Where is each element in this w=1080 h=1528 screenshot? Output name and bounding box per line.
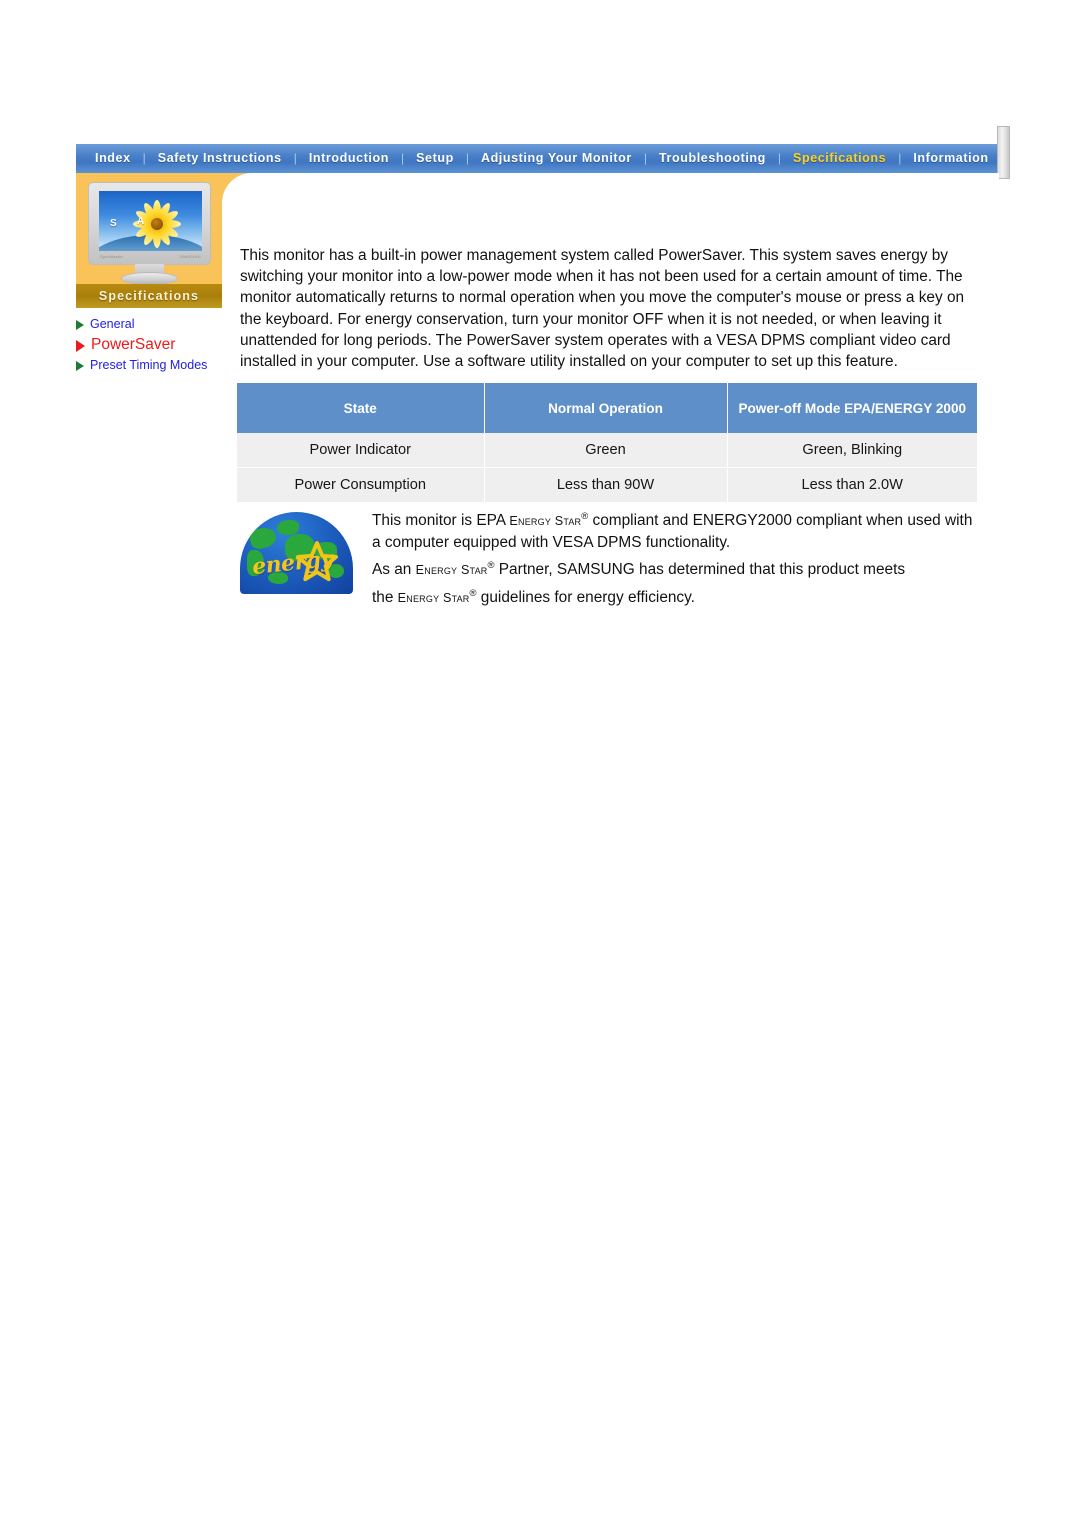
monitor-brand-label: SAMSUNG (179, 254, 201, 259)
sidebar-item-label: Preset Timing Modes (90, 358, 208, 372)
nav-item-safety-instructions[interactable]: Safety Instructions (147, 144, 293, 173)
nav-item-adjusting-your-monitor[interactable]: Adjusting Your Monitor (470, 144, 643, 173)
cell-power-indicator-poweroff: Green, Blinking (727, 433, 977, 468)
energy-star-paragraph-2: As an Energy Star® Partner, SAMSUNG has … (372, 559, 985, 581)
column-header-power-off-mode: Power-off Mode EPA/ENERGY 2000 (727, 383, 977, 433)
cell-power-indicator-state: Power Indicator (237, 433, 485, 468)
energy-star-text: This monitor is EPA Energy Star® complia… (372, 508, 985, 609)
screen-letter-s: S (110, 218, 117, 229)
column-header-state: State (237, 383, 485, 433)
cell-power-indicator-normal: Green (484, 433, 728, 468)
sidebar-item-preset-timing-modes[interactable]: Preset Timing Modes (76, 358, 236, 372)
triangle-right-icon (76, 320, 84, 330)
es-p2-part-b: Partner, SAMSUNG has determined that thi… (494, 561, 906, 578)
content-rounded-corner (222, 173, 999, 205)
es-p3-part-b: guidelines for energy efficiency. (476, 589, 695, 606)
monitor-bezel: S A SyncMaster SAMSUNG (88, 182, 211, 265)
sunflower-center (151, 218, 163, 230)
sidebar-item-label: PowerSaver (91, 336, 176, 353)
monitor-model-label: SyncMaster (100, 254, 124, 259)
nav-item-specifications[interactable]: Specifications (782, 144, 897, 173)
es-p2-part-a: As an (372, 561, 416, 578)
triangle-right-icon (76, 361, 84, 371)
monitor-illustration: S A SyncMaster SAMSUNG (88, 182, 211, 285)
cell-power-consumption-poweroff: Less than 2.0W (727, 467, 977, 502)
star-icon (296, 541, 338, 582)
nav-item-index[interactable]: Index (84, 144, 142, 173)
nav-item-troubleshooting[interactable]: Troubleshooting (648, 144, 777, 173)
nav-item-introduction[interactable]: Introduction (298, 144, 400, 173)
sidebar-item-powersaver[interactable]: PowerSaver (76, 336, 236, 353)
monitor-front-labels: SyncMaster SAMSUNG (99, 253, 202, 261)
registered-mark: ® (469, 587, 477, 599)
es-p1-energy-star: Energy Star (509, 514, 582, 528)
top-navigation-bar: Index | Safety Instructions | Introducti… (76, 144, 999, 173)
cell-power-consumption-state: Power Consumption (237, 467, 485, 502)
sidebar-item-label: General (90, 317, 135, 331)
scrollbar-thumb[interactable] (997, 126, 1010, 179)
energy-star-paragraph-1: This monitor is EPA Energy Star® complia… (372, 510, 985, 553)
energy-star-logo-icon: energy (240, 512, 353, 594)
nav-item-information[interactable]: Information (902, 144, 999, 173)
sidebar-banner-label: Specifications (98, 289, 200, 303)
screen-letter-a: A (137, 216, 145, 227)
triangle-right-icon (76, 340, 85, 352)
main-content: This monitor has a built-in power manage… (240, 245, 980, 372)
sidebar-section-banner: Specifications (76, 284, 222, 308)
page-root: Index | Safety Instructions | Introducti… (0, 0, 1080, 1528)
energy-star-block: energy This monitor is EPA Energy Star® … (240, 508, 985, 609)
monitor-screen: S A (99, 191, 202, 251)
sidebar-link-list: General PowerSaver Preset Timing Modes (76, 317, 236, 377)
es-p2-energy-star: Energy Star (415, 563, 488, 577)
es-p1-part-a: This monitor is EPA (372, 512, 510, 529)
powersaver-table: State Normal Operation Power-off Mode EP… (237, 383, 977, 502)
table-row: Power Consumption Less than 90W Less tha… (237, 467, 977, 502)
globe-shape: energy (240, 512, 353, 594)
intro-paragraph: This monitor has a built-in power manage… (240, 247, 965, 371)
nav-item-setup[interactable]: Setup (405, 144, 465, 173)
sidebar-item-general[interactable]: General (76, 317, 236, 331)
sidebar-orange-strip (222, 173, 999, 205)
es-p3-energy-star: Energy Star (397, 591, 470, 605)
table-header-row: State Normal Operation Power-off Mode EP… (237, 383, 977, 433)
column-header-normal-operation: Normal Operation (484, 383, 728, 433)
cell-power-consumption-normal: Less than 90W (484, 467, 728, 502)
es-p3-part-a: the (372, 589, 398, 606)
energy-star-paragraph-3: the Energy Star® guidelines for energy e… (372, 587, 985, 609)
table-row: Power Indicator Green Green, Blinking (237, 433, 977, 468)
